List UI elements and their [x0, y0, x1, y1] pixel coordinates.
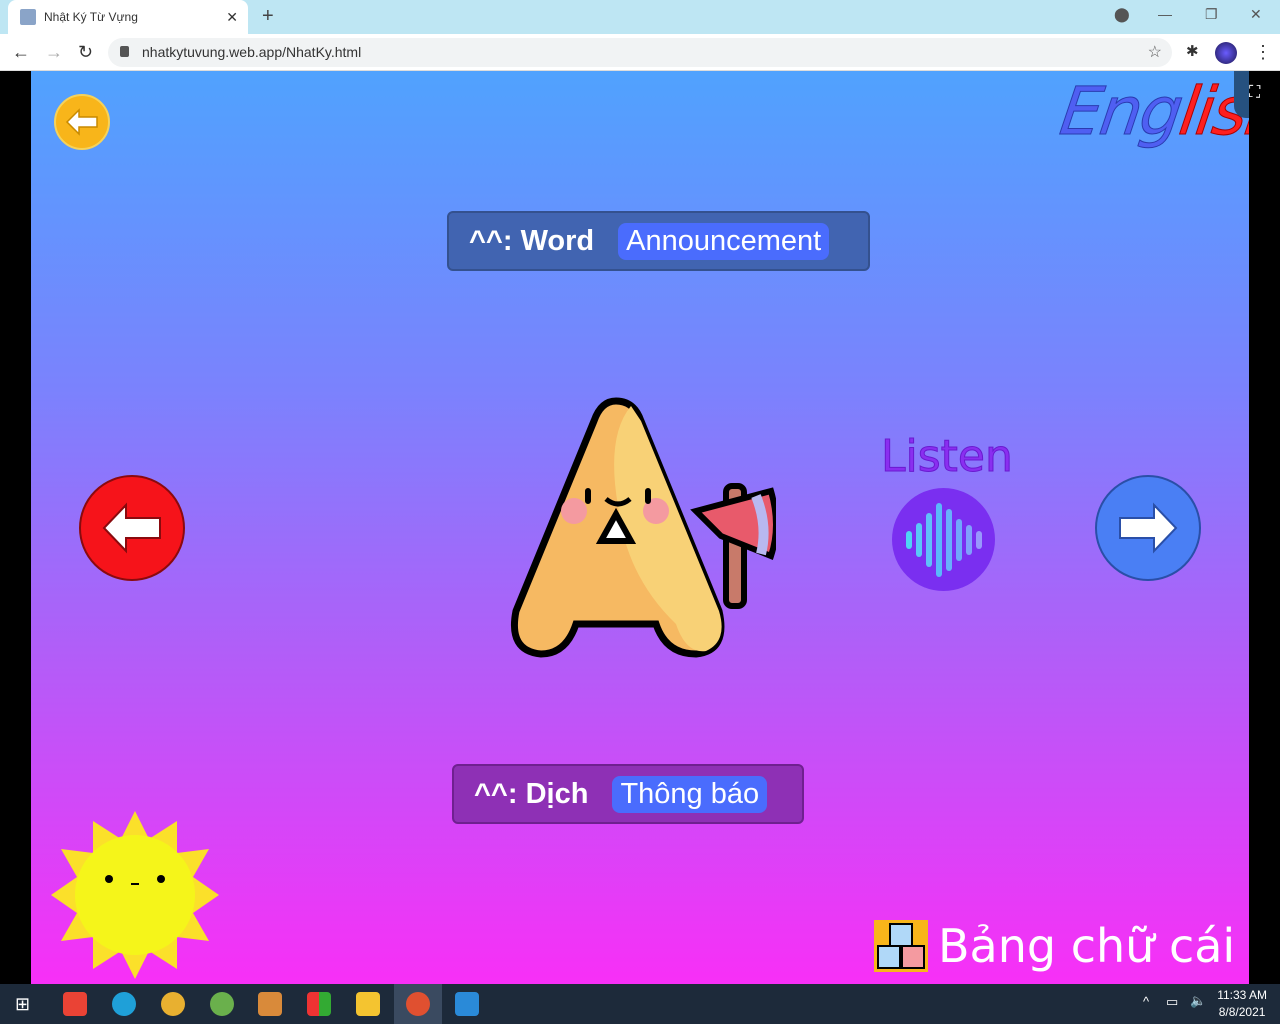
new-tab-icon[interactable]: + [262, 5, 274, 28]
next-word-button[interactable] [1095, 475, 1201, 581]
alphabet-link[interactable]: Bảng chữ cái [874, 919, 1235, 973]
menu-icon[interactable]: ⋮ [1254, 42, 1272, 63]
network-icon[interactable]: ▭ [1166, 994, 1178, 1010]
sun-mascot-illustration [51, 811, 219, 979]
close-window-icon[interactable]: ✕ [1250, 6, 1262, 23]
browser-tab-bar: Nhật Ký Từ Vựng ✕ + ⬤ — ❐ ✕ [0, 0, 1280, 34]
chrome-icon[interactable] [161, 992, 185, 1016]
arrow-left-icon [102, 502, 161, 554]
url-text: nhatkytuvung.web.app/NhatKy.html [142, 44, 362, 60]
reload-icon[interactable]: ↻ [78, 42, 93, 63]
windows-start-icon[interactable]: ⊞ [15, 994, 30, 1015]
favicon-icon [20, 9, 36, 25]
browser-tab[interactable]: Nhật Ký Từ Vựng ✕ [8, 0, 248, 34]
extensions-icon[interactable]: ✱ [1186, 42, 1199, 60]
tab-title: Nhật Ký Từ Vựng [44, 10, 138, 24]
app-icon[interactable] [258, 992, 282, 1016]
profile-menu-icon[interactable]: ⬤ [1114, 6, 1130, 23]
lock-icon [120, 46, 129, 57]
clock-time: 11:33 AM [1217, 988, 1267, 1002]
restore-icon[interactable]: ❐ [1205, 6, 1218, 23]
vscode-icon[interactable] [455, 992, 479, 1016]
back-icon[interactable]: ← [12, 42, 30, 63]
volume-icon[interactable]: 🔈 [1190, 993, 1206, 1009]
profile-avatar[interactable] [1215, 42, 1237, 64]
sound-wave-icon [905, 502, 982, 577]
clock[interactable]: 11:33 AM 8/8/2021 [1217, 987, 1267, 1021]
url-input[interactable]: nhatkytuvung.web.app/NhatKy.html ☆ [108, 38, 1172, 67]
word-box: ^^: Word Announcement [447, 211, 870, 271]
windows-taskbar: ⊞ ^ ▭ 🔈 11:33 AM 8/8/2021 [0, 984, 1280, 1024]
english-logo: English [1055, 73, 1249, 151]
app-icon[interactable] [406, 992, 430, 1016]
letter-a-mascot-illustration [510, 397, 776, 658]
app-icon[interactable] [210, 992, 234, 1016]
abc-blocks-icon [874, 920, 928, 972]
app-stage: English ^^: Word Announcement Listen ^^:… [31, 71, 1249, 984]
listen-label: Listen [881, 431, 1014, 483]
translation-box: ^^: Dịch Thông báo [452, 764, 804, 824]
minimize-icon[interactable]: — [1158, 6, 1172, 22]
back-button[interactable] [54, 94, 110, 150]
bookmark-star-icon[interactable]: ☆ [1148, 38, 1162, 67]
alphabet-link-label: Bảng chữ cái [938, 919, 1236, 973]
previous-word-button[interactable] [79, 475, 185, 581]
word-label: ^^: Word [469, 224, 595, 257]
close-tab-icon[interactable]: ✕ [226, 9, 238, 26]
arrow-left-icon [65, 108, 98, 136]
word-value: Announcement [618, 222, 830, 260]
translation-value: Thông báo [612, 775, 768, 813]
file-explorer-icon[interactable] [356, 992, 380, 1016]
tray-chevron-icon[interactable]: ^ [1143, 994, 1149, 1009]
app-icon[interactable] [307, 992, 331, 1016]
fullscreen-icon[interactable]: ⛶ [1249, 84, 1260, 102]
translation-label: ^^: Dịch [474, 777, 589, 810]
listen-button[interactable] [892, 488, 995, 591]
gmail-icon[interactable] [63, 992, 87, 1016]
arrow-right-icon [1119, 502, 1178, 554]
address-bar: ← → ↻ nhatkytuvung.web.app/NhatKy.html ☆… [0, 34, 1280, 71]
clock-date: 8/8/2021 [1218, 1005, 1266, 1019]
edge-icon[interactable] [112, 992, 136, 1016]
forward-icon[interactable]: → [45, 42, 63, 63]
